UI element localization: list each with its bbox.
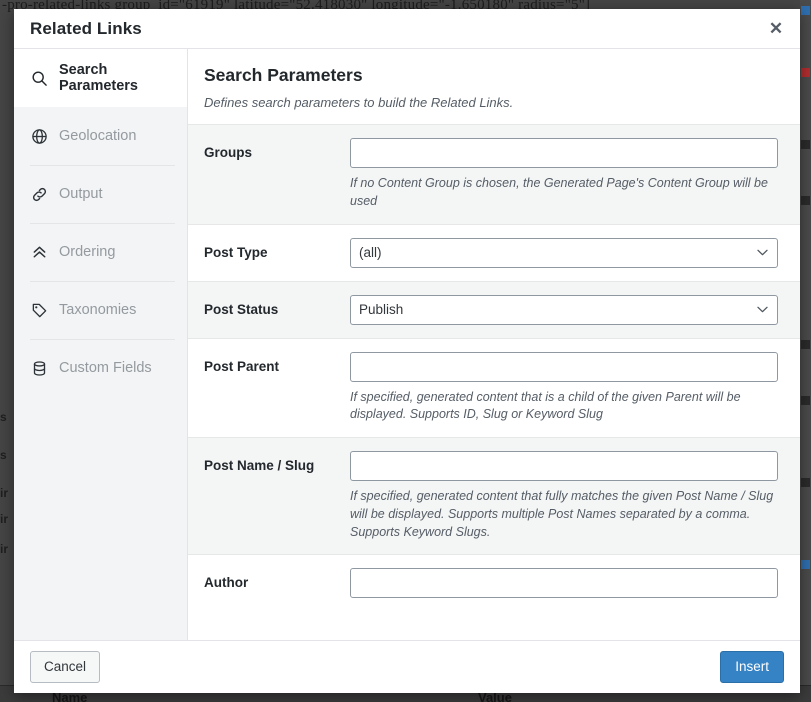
post-type-select-value: (all) [350,237,778,268]
panel-title: Search Parameters [204,65,363,85]
chevrons-up-icon [30,243,48,261]
panel-description: Defines search parameters to build the R… [204,95,514,110]
post-parent-input[interactable] [350,351,778,382]
groups-input[interactable] [350,138,778,168]
sidebar-item-geolocation[interactable]: Geolocation [14,107,187,165]
sidebar-item-output[interactable]: Output [14,165,187,223]
field-row-post-name-slug: Post Name / Slug If specified, generated… [188,437,800,555]
sidebar-item-custom-fields[interactable]: Custom Fields [14,339,187,397]
field-control: Publish [350,294,778,325]
field-control: (all) [350,237,778,268]
sidebar-item-label: Taxonomies [59,302,137,318]
sidebar-item-ordering[interactable]: Ordering [14,223,187,281]
globe-icon [30,127,48,145]
insert-button[interactable]: Insert [720,650,784,684]
background-marker [801,196,810,205]
sidebar-item-taxonomies[interactable]: Taxonomies [14,281,187,339]
post-status-select-value: Publish [350,294,778,325]
background-marker [801,340,810,349]
related-links-modal: Related Links ✕ Search Parameters Geoloc… [14,9,800,693]
post-name-slug-input[interactable] [350,451,778,481]
author-input[interactable] [350,568,778,599]
background-right-strip [800,0,811,702]
field-control [350,568,778,599]
background-marker [801,478,810,487]
field-row-groups: Groups If no Content Group is chosen, th… [188,124,800,224]
field-label: Author [204,575,249,591]
background-marker [801,560,810,569]
post-type-select[interactable]: (all) [350,237,778,268]
sidebar-item-label: Geolocation [59,128,137,144]
field-help: If specified, generated content that is … [350,389,741,422]
sidebar-item-label: Ordering [59,244,116,260]
background-text-fragment: ir [0,542,9,556]
background-marker [801,68,810,77]
field-control: If specified, generated content that is … [350,351,778,425]
background-text-fragment: s [0,448,7,462]
post-status-select[interactable]: Publish [350,294,778,325]
field-row-post-status: Post Status Publish [188,280,800,338]
field-label: Post Name / Slug [204,458,315,473]
tag-icon [30,301,48,319]
field-label: Post Type [204,244,268,260]
close-icon[interactable]: ✕ [760,13,792,45]
background-marker [801,396,810,405]
background-marker [801,6,810,15]
panel-search-parameters: Search Parameters Defines search paramet… [188,49,800,640]
sidebar-item-label: Custom Fields [59,360,152,376]
field-control: If specified, generated content that ful… [350,451,778,541]
field-control: If no Content Group is chosen, the Gener… [350,138,778,211]
field-row-author: Author [188,554,800,612]
panel-header: Search Parameters Defines search paramet… [188,49,800,124]
modal-title: Related Links [30,19,142,38]
modal-sidebar: Search Parameters Geolocation Output Ord… [14,49,188,640]
field-label: Post Parent [204,358,280,374]
field-help: If specified, generated content that ful… [350,489,774,539]
search-icon [30,69,48,87]
background-marker [801,140,810,149]
link-icon [30,185,48,203]
field-row-post-type: Post Type (all) [188,223,800,281]
database-icon [30,359,48,377]
field-label: Post Status [204,301,279,317]
cancel-button[interactable]: Cancel [30,650,101,684]
modal-body: Search Parameters Geolocation Output Ord… [14,49,800,640]
modal-footer: Cancel Insert [14,640,800,693]
sidebar-item-search-parameters[interactable]: Search Parameters [14,49,187,107]
background-text-fragment: ir [0,486,9,500]
modal-header: Related Links ✕ [14,9,800,49]
field-label: Groups [204,145,253,160]
field-help: If no Content Group is chosen, the Gener… [350,176,768,208]
background-text-fragment: ir [0,512,9,526]
field-row-post-parent: Post Parent If specified, generated cont… [188,337,800,437]
sidebar-item-label: Output [59,186,103,202]
background-text-fragment: s [0,410,7,424]
sidebar-item-label: Search Parameters [59,62,138,94]
